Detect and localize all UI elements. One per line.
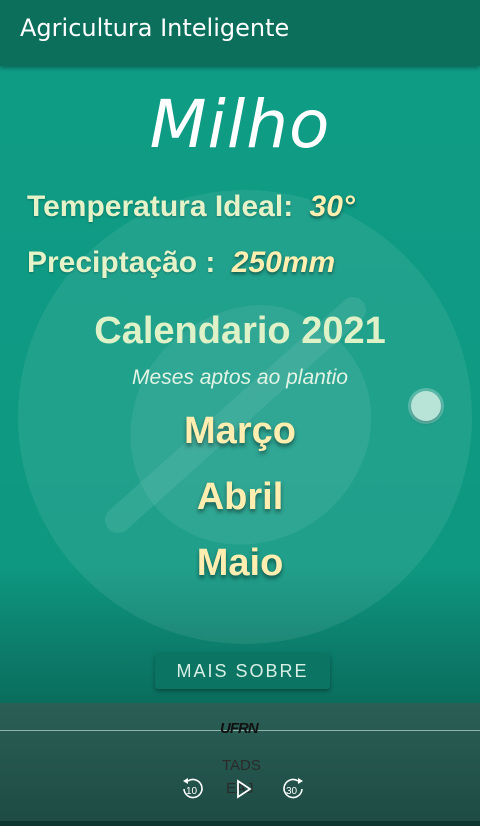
- precipitation-row: Preciptação : 250mm: [27, 246, 335, 280]
- month-item: Abril: [196, 476, 284, 518]
- footer-line-1: TADS: [222, 757, 261, 774]
- precipitation-label: Preciptação :: [27, 246, 216, 279]
- footer-edge: [0, 821, 480, 826]
- rewind-label: 10: [186, 786, 198, 797]
- temperature-label: Temperatura Ideal:: [27, 190, 294, 223]
- temperature-row: Temperatura Ideal: 30°: [27, 190, 355, 224]
- rewind-button[interactable]: 10: [180, 776, 206, 802]
- floating-dot-button[interactable]: [411, 391, 441, 421]
- forward-label: 30: [286, 786, 298, 797]
- main-content: Milho Temperatura Ideal: 30° Preciptação…: [0, 66, 480, 706]
- media-footer: UFRN TADS EAJ 10 30: [0, 703, 480, 826]
- app-bar: Agricultura Inteligente: [0, 0, 480, 66]
- temperature-value: 30°: [309, 190, 355, 223]
- month-item: Março: [184, 410, 296, 452]
- play-button[interactable]: [230, 776, 256, 802]
- play-icon: [237, 779, 252, 799]
- calendar-title: Calendario 2021: [94, 310, 386, 352]
- month-item: Maio: [196, 542, 284, 584]
- more-info-button[interactable]: MAIS SOBRE: [155, 653, 330, 689]
- crop-title: Milho: [149, 86, 331, 163]
- app-title: Agricultura Inteligente: [20, 14, 290, 42]
- calendar-subtitle: Meses aptos ao plantio: [132, 366, 348, 389]
- forward-button[interactable]: 30: [280, 776, 306, 802]
- ufrn-logo: UFRN: [220, 720, 259, 737]
- precipitation-value: 250mm: [231, 246, 336, 279]
